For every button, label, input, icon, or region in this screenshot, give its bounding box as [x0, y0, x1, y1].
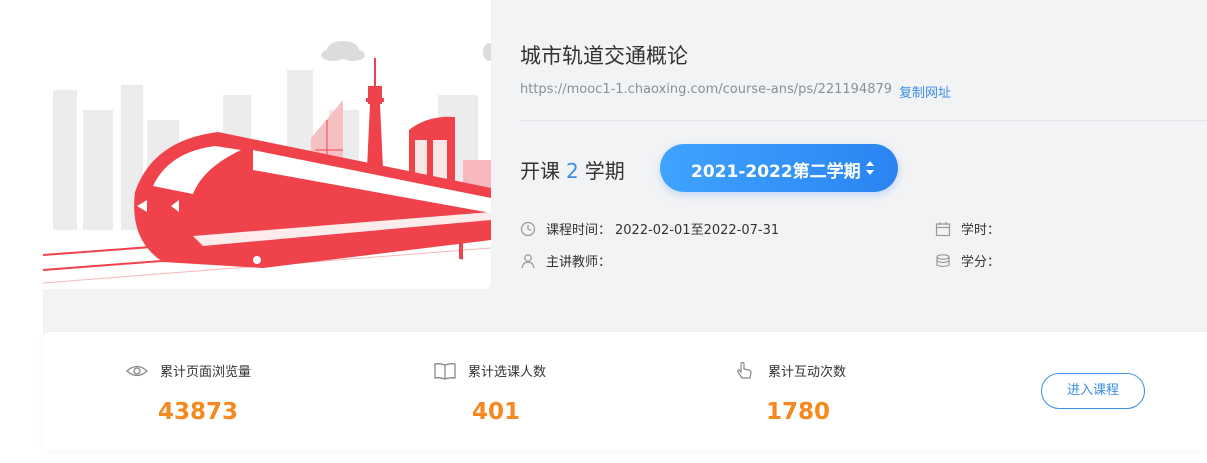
eye-icon	[126, 362, 148, 380]
course-title: 城市轨道交通概论	[520, 44, 688, 68]
term-count: 开课 2 学期	[520, 155, 625, 184]
enrolled-label: 累计选课人数	[468, 365, 547, 380]
book-icon	[434, 362, 456, 380]
credits-row: 学分：	[935, 251, 1000, 270]
views-value: 43873	[158, 399, 239, 425]
copy-url-link[interactable]: 复制网址	[899, 82, 951, 101]
interactions-stat-label-row: 累计互动次数	[734, 361, 846, 380]
term-count-suffix: 学期	[584, 159, 625, 183]
course-cover-image	[43, 0, 491, 289]
course-time-label: 课程时间：	[546, 223, 612, 238]
course-time-value: 2022-02-01至2022-07-31	[615, 223, 780, 238]
term-select[interactable]: 2021-2022第二学期	[660, 144, 898, 192]
coins-icon	[935, 253, 951, 269]
hours-row: 学时：	[935, 219, 1000, 238]
stats-card: 累计页面浏览量 43873 累计选课人数 401 累计互动次数 1780 进入课…	[43, 332, 1207, 451]
teacher-row: 主讲教师：	[520, 251, 611, 270]
course-time-row: 课程时间： 2022-02-01至2022-07-31	[520, 219, 779, 238]
term-count-prefix: 开课	[520, 159, 560, 183]
divider	[520, 120, 1207, 121]
enrolled-stat-label-row: 累计选课人数	[434, 361, 546, 380]
hand-pointer-icon	[734, 361, 756, 380]
views-stat-label-row: 累计页面浏览量	[126, 361, 251, 380]
course-url: https://mooc1-1.chaoxing.com/course-ans/…	[520, 82, 893, 97]
enter-course-button[interactable]: 进入课程	[1041, 373, 1145, 409]
teacher-label: 主讲教师：	[546, 255, 612, 270]
sort-arrows-icon	[865, 158, 875, 178]
clock-icon	[520, 221, 536, 237]
interactions-value: 1780	[766, 399, 831, 425]
views-label: 累计页面浏览量	[160, 365, 252, 380]
teacher-icon	[520, 253, 536, 269]
hours-label: 学时：	[961, 223, 1001, 238]
credits-label: 学分：	[961, 255, 1001, 270]
term-select-label: 2021-2022第二学期	[691, 162, 861, 182]
calendar-icon	[935, 221, 951, 237]
enrolled-value: 401	[472, 399, 521, 425]
term-count-number: 2	[566, 159, 579, 183]
interactions-label: 累计互动次数	[768, 365, 847, 380]
